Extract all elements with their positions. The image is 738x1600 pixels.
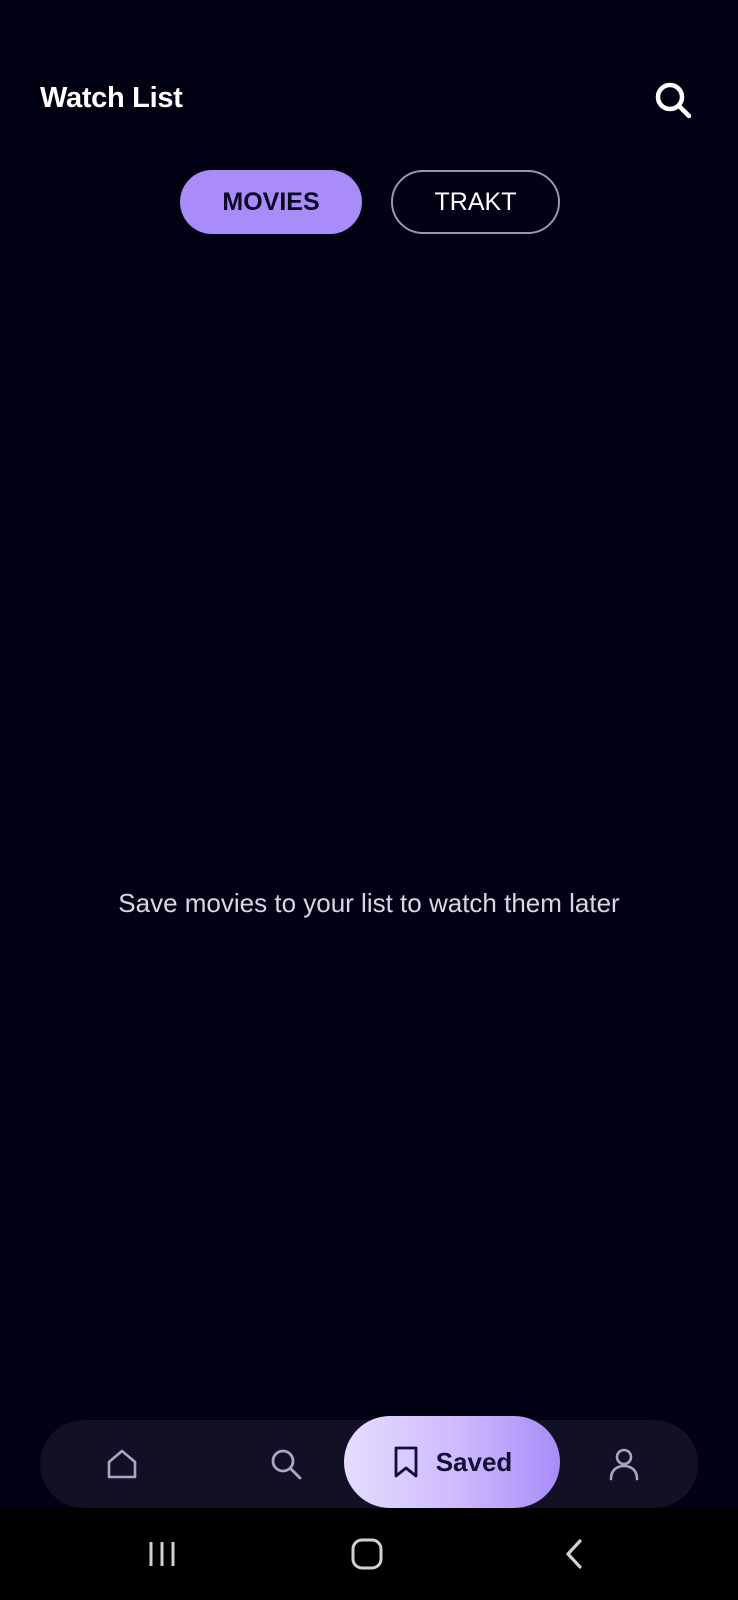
search-icon <box>271 1449 302 1480</box>
app-header: Watch List <box>0 0 738 150</box>
tab-trakt[interactable]: TRAKT <box>391 170 560 234</box>
nav-saved-label: Saved <box>435 1446 513 1477</box>
tab-movies[interactable]: MOVIES <box>180 170 362 234</box>
nav-home-button[interactable] <box>92 1420 152 1508</box>
bookmark-icon <box>394 1446 418 1478</box>
search-icon <box>655 82 692 119</box>
back-icon <box>566 1539 582 1569</box>
home-button-icon <box>351 1538 383 1570</box>
page-title: Watch List <box>40 82 183 114</box>
system-back-button[interactable] <box>535 1508 615 1600</box>
header-search-button[interactable] <box>651 78 695 122</box>
recents-icon <box>149 1542 175 1566</box>
nav-saved-button[interactable]: Saved <box>344 1416 560 1508</box>
tab-bar: MOVIES TRAKT <box>0 170 738 236</box>
nav-search-button[interactable] <box>256 1420 316 1508</box>
bottom-navigation: Saved <box>40 1416 698 1508</box>
empty-state-message: Save movies to your list to watch them l… <box>118 888 620 918</box>
profile-icon <box>609 1448 639 1481</box>
system-recents-button[interactable] <box>122 1508 202 1600</box>
home-icon <box>107 1449 137 1479</box>
nav-profile-button[interactable] <box>594 1420 654 1508</box>
system-home-button[interactable] <box>327 1508 407 1600</box>
system-navigation-bar <box>0 1508 738 1600</box>
